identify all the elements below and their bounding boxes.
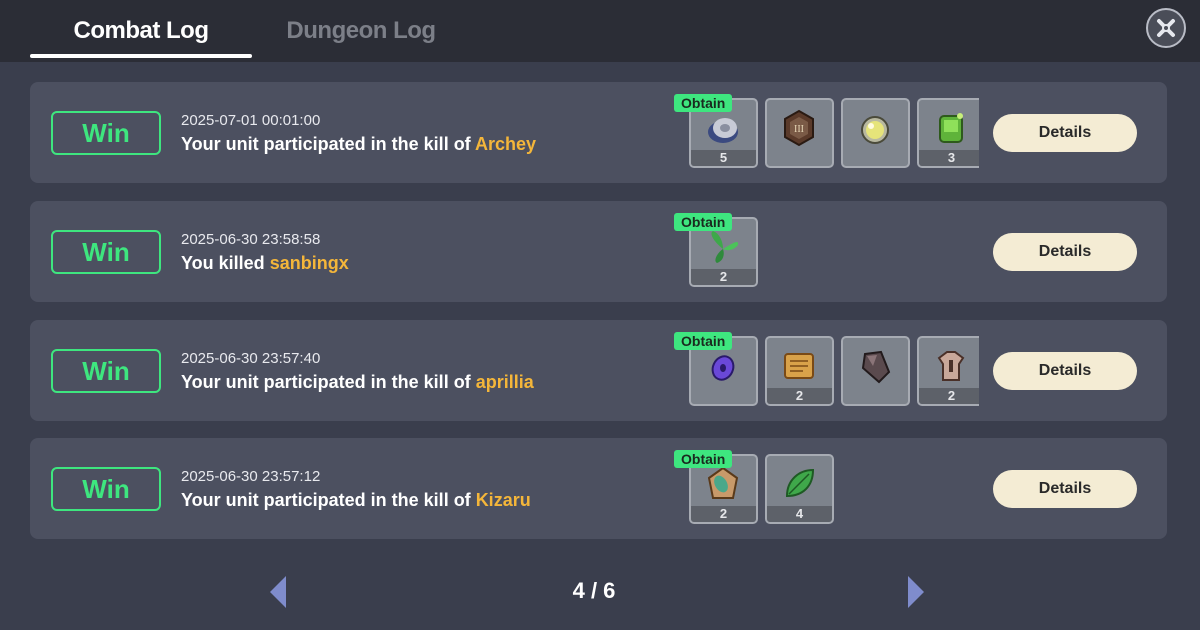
top-bar: Combat Log Dungeon Log bbox=[0, 0, 1200, 62]
item-quantity bbox=[843, 388, 908, 404]
reward-item[interactable]: 4 bbox=[765, 454, 834, 524]
reward-items: 2 bbox=[689, 217, 979, 287]
item-quantity bbox=[843, 150, 908, 166]
close-button[interactable] bbox=[1146, 8, 1186, 48]
item-quantity: 2 bbox=[691, 506, 756, 522]
item-quantity: 4 bbox=[767, 506, 832, 522]
previous-page-icon[interactable] bbox=[266, 574, 290, 610]
pearl-orb-icon bbox=[861, 116, 889, 144]
next-page-icon[interactable] bbox=[904, 574, 928, 610]
reward-items: 5 III 3 bbox=[689, 98, 979, 168]
amber-ore-icon bbox=[707, 466, 739, 499]
combat-log-entry: Win 2025-06-30 23:58:58 You killed sanbi… bbox=[30, 201, 1167, 302]
message-prefix: You killed bbox=[181, 253, 270, 273]
item-quantity bbox=[767, 150, 832, 166]
green-gem-icon bbox=[939, 113, 963, 143]
combat-log-entry: Win 2025-06-30 23:57:40 Your unit partic… bbox=[30, 320, 1167, 421]
result-badge: Win bbox=[51, 349, 161, 393]
obtain-tag: Obtain bbox=[674, 332, 733, 350]
item-quantity: 2 bbox=[767, 388, 832, 404]
obtain-tag: Obtain bbox=[674, 213, 733, 231]
reward-item[interactable]: 2 bbox=[765, 336, 834, 406]
message-prefix: Your unit participated in the kill of bbox=[181, 134, 476, 154]
entry-message: You killed sanbingx bbox=[181, 253, 349, 274]
herb-sprout-icon bbox=[711, 231, 739, 263]
item-quantity: 3 bbox=[919, 150, 979, 166]
scroll-icon bbox=[784, 353, 814, 379]
obtain-tag: Obtain bbox=[674, 94, 733, 112]
item-quantity: 2 bbox=[691, 269, 756, 285]
combat-log-entry: Win 2025-07-01 00:01:00 Your unit partic… bbox=[30, 82, 1167, 183]
result-badge: Win bbox=[51, 230, 161, 274]
entry-message: Your unit participated in the kill of Ki… bbox=[181, 490, 531, 511]
details-button[interactable]: Details bbox=[993, 114, 1137, 152]
combat-log-entry: Win 2025-06-30 23:57:12 Your unit partic… bbox=[30, 438, 1167, 539]
entry-message: Your unit participated in the kill of Ar… bbox=[181, 134, 536, 155]
svg-text:III: III bbox=[794, 124, 804, 135]
target-name: sanbingx bbox=[269, 253, 349, 273]
target-name: Kizaru bbox=[475, 490, 531, 510]
reward-item[interactable]: 3 bbox=[917, 98, 979, 168]
entry-timestamp: 2025-06-30 23:57:40 bbox=[181, 350, 321, 367]
target-name: Archey bbox=[475, 134, 537, 154]
entry-timestamp: 2025-07-01 00:01:00 bbox=[181, 112, 321, 129]
reward-item[interactable] bbox=[841, 336, 910, 406]
reward-items: 2 2 bbox=[689, 336, 979, 406]
cloth-bundle-icon bbox=[708, 118, 738, 143]
message-prefix: Your unit participated in the kill of bbox=[181, 490, 476, 510]
reward-item[interactable] bbox=[841, 98, 910, 168]
tab-dungeon-log[interactable]: Dungeon Log bbox=[250, 0, 472, 62]
reward-items: 2 4 bbox=[689, 454, 979, 524]
item-quantity: 5 bbox=[691, 150, 756, 166]
details-button[interactable]: Details bbox=[993, 352, 1137, 390]
entry-timestamp: 2025-06-30 23:57:12 bbox=[181, 468, 321, 485]
item-quantity: 2 bbox=[919, 388, 979, 404]
tab-combat-log[interactable]: Combat Log bbox=[30, 0, 252, 62]
result-badge: Win bbox=[51, 111, 161, 155]
target-name: aprillia bbox=[475, 372, 534, 392]
ore-chunk-icon bbox=[861, 350, 891, 384]
green-leaf-icon bbox=[785, 468, 815, 498]
rune-medallion-icon: III bbox=[784, 109, 814, 147]
page-indicator: 4 / 6 bbox=[572, 578, 616, 603]
details-button[interactable]: Details bbox=[993, 470, 1137, 508]
obtain-tag: Obtain bbox=[674, 450, 733, 468]
entry-timestamp: 2025-06-30 23:58:58 bbox=[181, 231, 321, 248]
message-prefix: Your unit participated in the kill of bbox=[181, 372, 476, 392]
item-quantity bbox=[691, 388, 756, 404]
leather-armor-icon bbox=[937, 351, 965, 381]
result-badge: Win bbox=[51, 467, 161, 511]
reward-item[interactable]: 2 bbox=[917, 336, 979, 406]
close-icon bbox=[1157, 19, 1175, 37]
purple-gem-icon bbox=[711, 355, 735, 381]
reward-item[interactable]: III bbox=[765, 98, 834, 168]
entry-message: Your unit participated in the kill of ap… bbox=[181, 372, 534, 393]
details-button[interactable]: Details bbox=[993, 233, 1137, 271]
